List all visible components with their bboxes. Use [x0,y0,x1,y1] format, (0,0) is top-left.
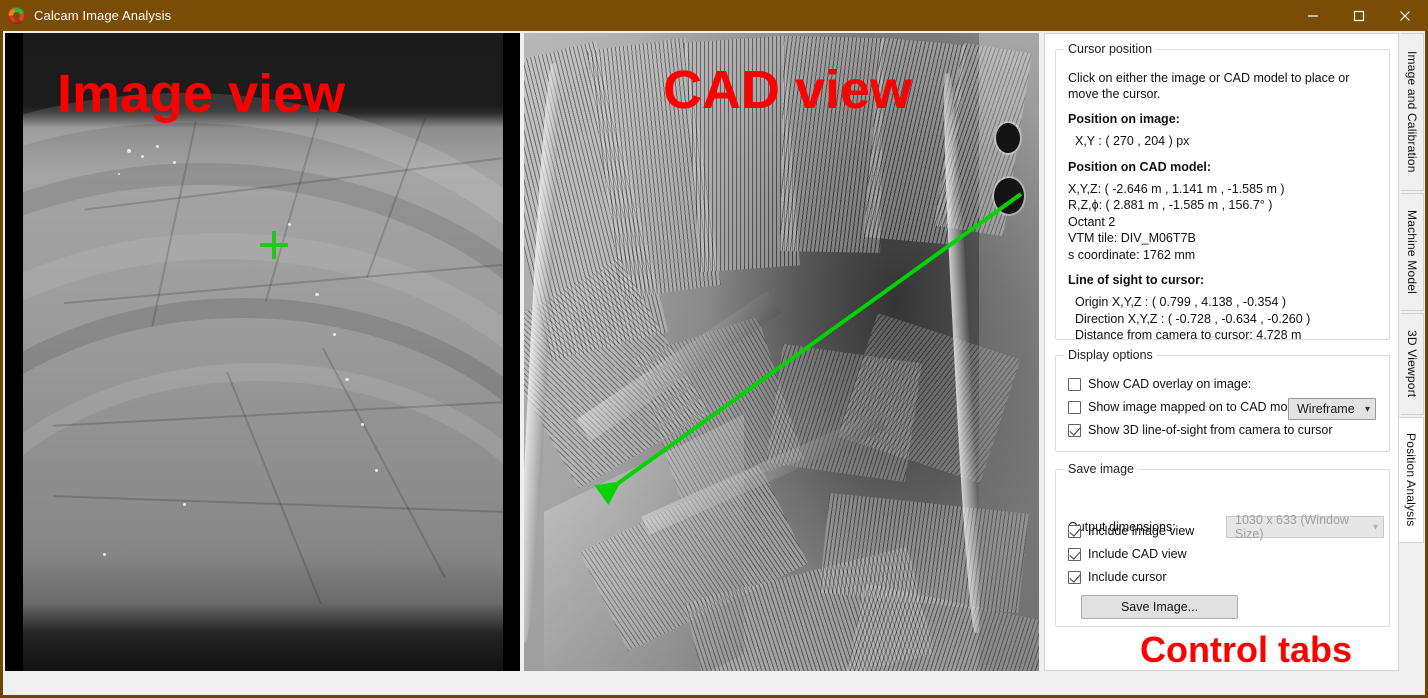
calcam-logo-icon [8,7,25,24]
los-distance-value: Distance from camera to cursor: 4.728 m [1075,328,1302,342]
line-of-sight-arrow [524,33,1039,671]
show-image-mapped-label: Show image mapped on to CAD model [1088,400,1305,414]
control-tabs-overlay-label: Control tabs [1140,629,1352,670]
cad-rzphi-value: R,Z,ϕ: ( 2.881 m , -1.585 m , 156.7° ) [1068,198,1273,212]
cursor-position-group: Cursor position Click on either the imag… [1055,42,1390,342]
tab-image-and-calibration-label: Image and Calibration [1405,51,1419,173]
cad-view-panel[interactable]: CAD view [524,33,1039,671]
camera-image[interactable] [23,33,503,671]
overlay-mode-value: Wireframe [1297,402,1355,416]
cad-vtm-tile-value: VTM tile: DIV_M06T7B [1068,231,1196,245]
position-on-cad-heading: Position on CAD model: [1068,159,1212,174]
control-panel: Cursor position Click on either the imag… [1044,33,1399,671]
workspace: Image view CAD view Cursor position Clic… [3,31,1425,695]
application-window: Calcam Image Analysis Image view CAD vie… [0,0,1428,698]
minimize-button[interactable] [1290,0,1336,31]
window-title: Calcam Image Analysis [34,8,172,23]
close-button[interactable] [1382,0,1428,31]
include-image-view-checkbox[interactable] [1068,524,1081,538]
include-cad-view-label: Include CAD view [1088,547,1187,561]
position-on-image-heading: Position on image: [1068,112,1180,126]
show-line-of-sight-label: Show 3D line-of-sight from camera to cur… [1088,423,1333,437]
show-cad-overlay-row[interactable]: Show CAD overlay on image: [1068,377,1377,391]
save-image-group: Save image Output dimensions: 1030 x 633… [1055,462,1390,627]
chevron-down-icon: ▾ [1372,521,1378,533]
title-bar: Calcam Image Analysis [0,0,1428,31]
include-cursor-label: Include cursor [1088,570,1167,584]
show-line-of-sight-checkbox[interactable] [1068,423,1081,437]
display-options-group: Display options Show CAD overlay on imag… [1055,348,1390,452]
maximize-button[interactable] [1336,0,1382,31]
output-dimensions-value: 1030 x 633 (Window Size) [1235,513,1349,541]
image-view-panel[interactable]: Image view [5,33,520,671]
include-cursor-checkbox[interactable] [1068,570,1081,584]
show-cad-overlay-label: Show CAD overlay on image: [1088,377,1252,391]
overlay-mode-select[interactable]: Wireframe ▾ [1288,398,1376,420]
line-of-sight-heading: Line of sight to cursor: [1068,273,1205,287]
show-cad-overlay-checkbox[interactable] [1068,377,1081,391]
position-on-image-value: X,Y : ( 270 , 204 ) px [1075,134,1190,148]
tab-3d-viewport[interactable]: 3D Viewport [1401,313,1424,415]
cad-s-coordinate-value: s coordinate: 1762 mm [1068,247,1196,262]
cad-octant-value: Octant 2 [1068,214,1116,229]
show-image-mapped-checkbox[interactable] [1068,400,1081,414]
los-origin-value: Origin X,Y,Z : ( 0.799 , 4.138 , -0.354 … [1075,295,1286,309]
output-dimensions-label: Output dimensions: [1068,520,1176,534]
cursor-instruction: Click on either the image or CAD model t… [1068,71,1350,101]
tab-machine-model-label: Machine Model [1405,210,1419,294]
tab-image-and-calibration[interactable]: Image and Calibration [1401,33,1424,191]
control-tab-strip: Image and Calibration Machine Model 3D V… [1399,31,1425,695]
save-image-button[interactable]: Save Image... [1081,595,1238,619]
include-cad-view-row[interactable]: Include CAD view [1068,547,1377,561]
save-image-legend: Save image [1068,462,1135,476]
tab-machine-model[interactable]: Machine Model [1401,193,1424,311]
chevron-down-icon: ▾ [1364,403,1370,415]
tab-position-analysis[interactable]: Position Analysis [1399,417,1424,543]
show-line-of-sight-row[interactable]: Show 3D line-of-sight from camera to cur… [1068,423,1377,437]
display-options-legend: Display options [1068,348,1153,362]
window-controls [1290,0,1428,31]
cad-xyz-value: X,Y,Z: ( -2.646 m , 1.141 m , -1.585 m ) [1068,181,1285,196]
los-direction-value: Direction X,Y,Z : ( -0.728 , -0.634 , -0… [1075,311,1311,326]
include-cad-view-checkbox[interactable] [1068,547,1081,561]
image-cursor-marker [260,231,288,259]
include-cursor-row[interactable]: Include cursor [1068,570,1377,584]
output-dimensions-select[interactable]: 1030 x 633 (Window Size) ▾ [1226,513,1384,541]
tab-position-analysis-label: Position Analysis [1404,433,1418,527]
tab-3d-viewport-label: 3D Viewport [1405,330,1419,398]
cursor-position-legend: Cursor position [1068,42,1153,56]
